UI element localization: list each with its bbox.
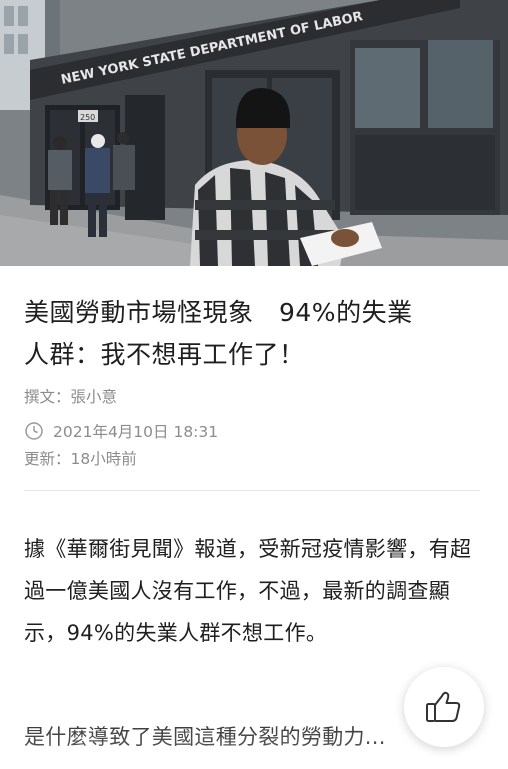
like-button[interactable] [404, 667, 484, 747]
clock-icon [24, 421, 44, 441]
headline-line-1: 美國勞動市場怪現象 94%的失業 [24, 298, 413, 327]
headline-line-2: 人群：我不想再工作了！ [24, 340, 305, 369]
hero-photo: NEW YORK STATE DEPARTMENT OF LABOR 250 [0, 0, 508, 266]
article-byline: 撰文：張小意 [24, 388, 118, 406]
publish-date: 2021年4月10日 18:31 [24, 420, 218, 442]
divider [24, 490, 480, 491]
article-paragraph: 據《華爾街見聞》報道，受新冠疫情影響，有超過一億美國人沒有工作，不過，最新的調查… [24, 537, 472, 645]
door-number: 250 [80, 113, 95, 122]
thumbs-up-icon [426, 691, 461, 722]
publish-date-text: 2021年4月10日 18:31 [53, 423, 219, 441]
updated-time: 更新：18小時前 [24, 450, 137, 468]
article-page: NEW YORK STATE DEPARTMENT OF LABOR 250 美… [0, 0, 508, 769]
article-headline: 美國勞動市場怪現象 94%的失業 人群：我不想再工作了！ [24, 292, 484, 376]
